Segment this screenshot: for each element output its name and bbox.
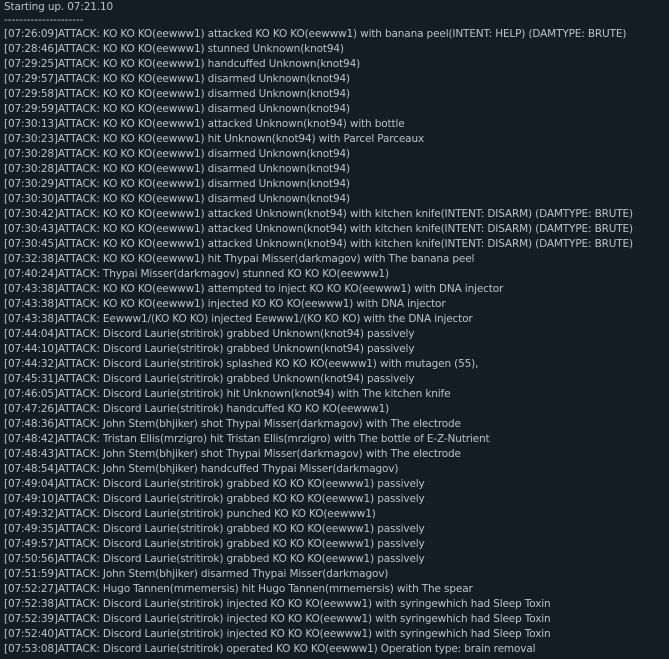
- log-entry: [07:30:23]ATTACK: KO KO KO(eewww1) hit U…: [4, 133, 425, 145]
- log-entry: [07:49:35]ATTACK: Discord Laurie(stritir…: [4, 523, 425, 535]
- log-entry: [07:30:13]ATTACK: KO KO KO(eewww1) attac…: [4, 118, 405, 130]
- log-entry: [07:32:38]ATTACK: KO KO KO(eewww1) hit T…: [4, 253, 475, 265]
- log-entry: [07:30:43]ATTACK: KO KO KO(eewww1) attac…: [4, 223, 633, 235]
- log-entry: [07:48:43]ATTACK: John Stem(bhjiker) sho…: [4, 448, 461, 460]
- log-entry: [07:53:08]ATTACK: Discord Laurie(stritir…: [4, 643, 536, 655]
- log-entry: [07:40:24]ATTACK: Thypai Misser(darkmago…: [4, 268, 389, 280]
- log-entry: [07:44:04]ATTACK: Discord Laurie(stritir…: [4, 328, 415, 340]
- log-entry: [07:48:42]ATTACK: Tristan Ellis(mrzigro)…: [4, 433, 490, 445]
- log-entry: [07:43:38]ATTACK: Eewww1/(KO KO KO) inje…: [4, 313, 473, 325]
- log-entry: [07:48:36]ATTACK: John Stem(bhjiker) sho…: [4, 418, 461, 430]
- log-entry: [07:46:05]ATTACK: Discord Laurie(stritir…: [4, 388, 451, 400]
- log-entry: [07:43:38]ATTACK: KO KO KO(eewww1) attem…: [4, 283, 504, 295]
- log-entry: [07:52:38]ATTACK: Discord Laurie(stritir…: [4, 598, 551, 610]
- log-entry: [07:44:10]ATTACK: Discord Laurie(stritir…: [4, 343, 415, 355]
- log-entry: [07:47:26]ATTACK: Discord Laurie(stritir…: [4, 403, 390, 415]
- log-entries: [07:26:09]ATTACK: KO KO KO(eewww1) attac…: [4, 27, 669, 657]
- log-entry: [07:29:59]ATTACK: KO KO KO(eewww1) disar…: [4, 103, 350, 115]
- log-entry: [07:50:56]ATTACK: Discord Laurie(stritir…: [4, 553, 425, 565]
- log-entry: [07:49:04]ATTACK: Discord Laurie(stritir…: [4, 478, 425, 490]
- log-entry: [07:48:54]ATTACK: John Stem(bhjiker) han…: [4, 463, 399, 475]
- log-entry: [07:49:10]ATTACK: Discord Laurie(stritir…: [4, 493, 425, 505]
- log-entry: [07:28:46]ATTACK: KO KO KO(eewww1) stunn…: [4, 43, 344, 55]
- log-entry: [07:52:39]ATTACK: Discord Laurie(stritir…: [4, 613, 551, 625]
- log-entry: [07:49:57]ATTACK: Discord Laurie(stritir…: [4, 538, 425, 550]
- log-entry: [07:26:09]ATTACK: KO KO KO(eewww1) attac…: [4, 28, 627, 40]
- log-entry: [07:44:32]ATTACK: Discord Laurie(stritir…: [4, 358, 479, 370]
- log-entry: [07:45:31]ATTACK: Discord Laurie(stritir…: [4, 373, 415, 385]
- log-entry: [07:29:58]ATTACK: KO KO KO(eewww1) disar…: [4, 88, 350, 100]
- log-entry: [07:30:45]ATTACK: KO KO KO(eewww1) attac…: [4, 238, 633, 250]
- startup-header: Starting up. 07:21.10: [4, 1, 114, 13]
- log-entry: [07:51:59]ATTACK: John Stem(bhjiker) dis…: [4, 568, 389, 580]
- log-entry: [07:52:40]ATTACK: Discord Laurie(stritir…: [4, 628, 551, 640]
- log-entry: [07:30:29]ATTACK: KO KO KO(eewww1) disar…: [4, 178, 350, 190]
- header-divider: ---------------------: [4, 15, 84, 26]
- log-entry: [07:43:38]ATTACK: KO KO KO(eewww1) injec…: [4, 298, 446, 310]
- log-entry: [07:30:30]ATTACK: KO KO KO(eewww1) disar…: [4, 193, 350, 205]
- log-entry: [07:29:25]ATTACK: KO KO KO(eewww1) handc…: [4, 58, 361, 70]
- log-entry: [07:30:42]ATTACK: KO KO KO(eewww1) attac…: [4, 208, 633, 220]
- log-entry: [07:30:28]ATTACK: KO KO KO(eewww1) disar…: [4, 148, 350, 160]
- log-entry: [07:29:57]ATTACK: KO KO KO(eewww1) disar…: [4, 73, 350, 85]
- log-entry: [07:52:27]ATTACK: Hugo Tannen(mrnemersis…: [4, 583, 473, 595]
- log-entry: [07:30:28]ATTACK: KO KO KO(eewww1) disar…: [4, 163, 350, 175]
- attack-log-panel: Starting up. 07:21.10 ------------------…: [0, 0, 669, 659]
- log-entry: [07:49:32]ATTACK: Discord Laurie(stritir…: [4, 508, 376, 520]
